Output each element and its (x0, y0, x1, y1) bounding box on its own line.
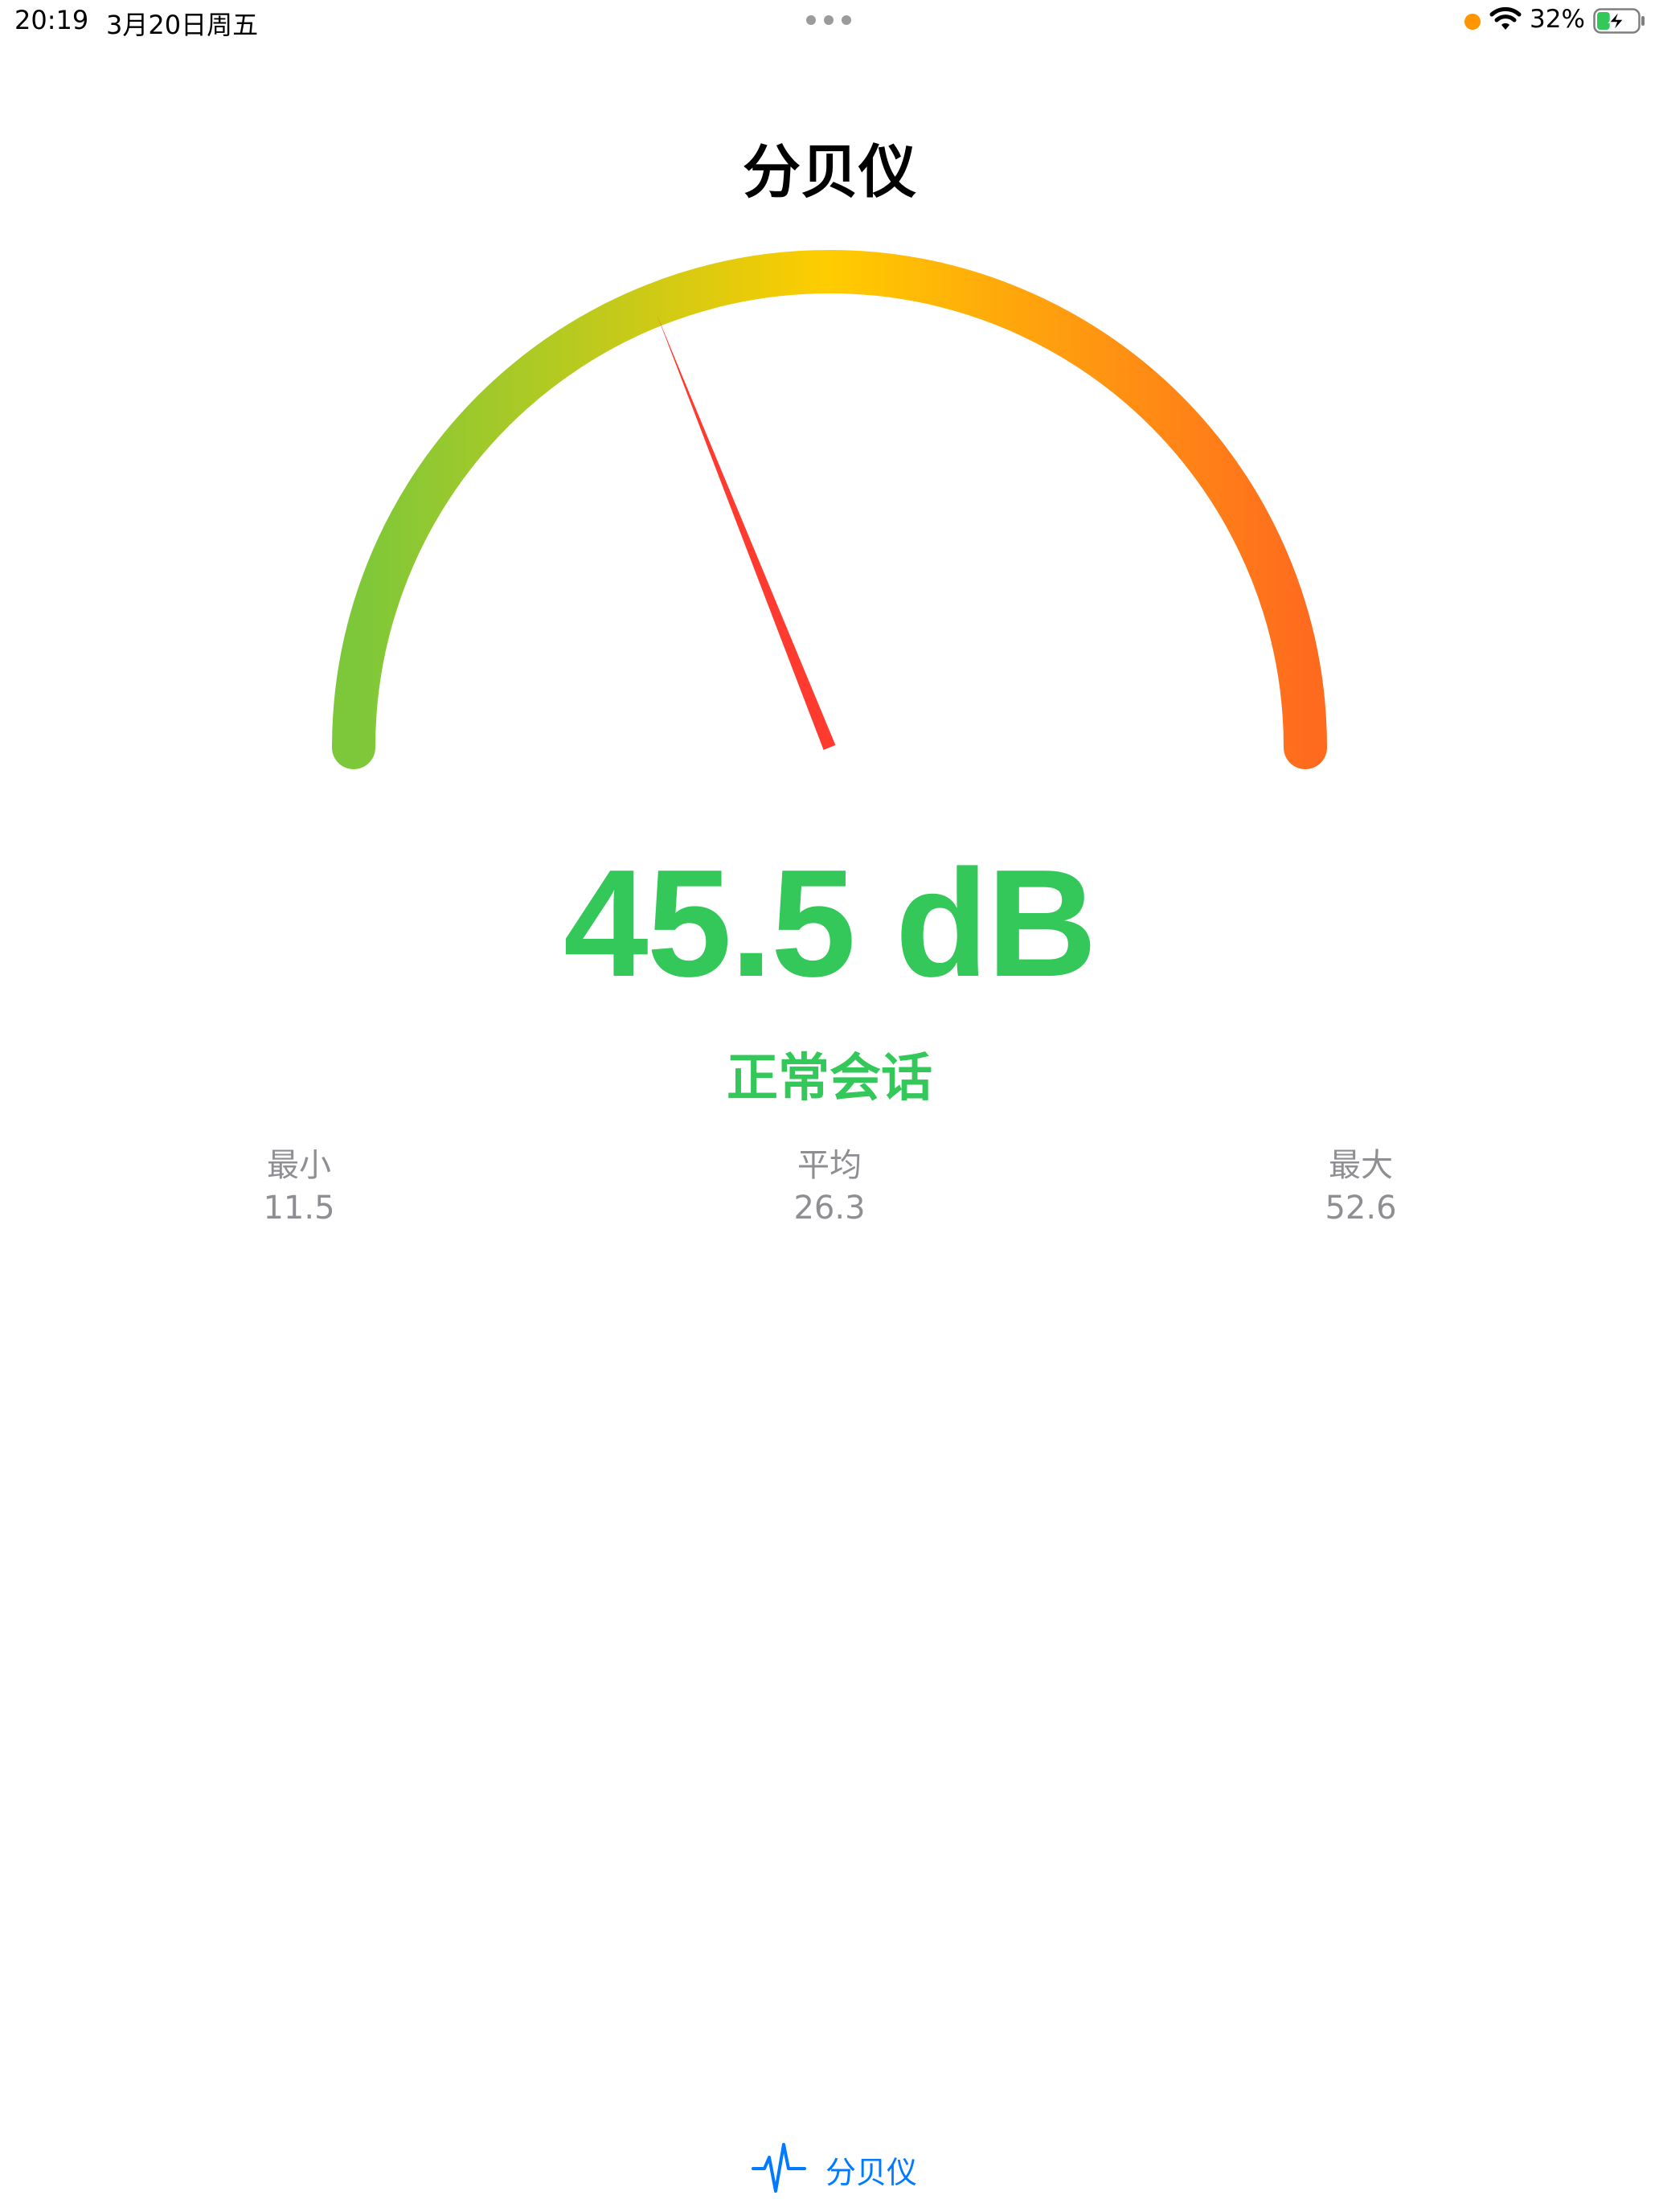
noise-level-label: 正常会话 (727, 1049, 932, 1108)
stat-min-label: 最小 (267, 1147, 331, 1184)
battery-charging-icon (1593, 8, 1645, 34)
stat-min: 最小 11.5 (178, 1145, 420, 1230)
gauge-needle (657, 314, 836, 750)
status-date: 3月20日周五 (106, 10, 259, 40)
battery-percentage: 32% (1530, 5, 1585, 34)
stat-average-label: 平均 (797, 1147, 862, 1184)
tab-decibel-meter-label: 分贝仪 (825, 2155, 918, 2190)
page-title: 分贝仪 (742, 138, 916, 206)
multitasking-dots-icon[interactable] (806, 15, 854, 27)
status-bar: 20:19 3月20日周五 32% (0, 0, 1659, 48)
wifi-icon (1489, 6, 1522, 30)
stat-max-label: 最大 (1329, 1147, 1393, 1184)
tab-decibel-meter[interactable]: 分贝仪 (752, 2136, 920, 2198)
stat-average-value: 26.3 (793, 1190, 866, 1227)
decibel-reading: 45.5 dB (563, 838, 1097, 1009)
gauge-arc (332, 250, 1327, 769)
stat-max-value: 52.6 (1325, 1190, 1397, 1227)
sound-level-gauge (332, 250, 1327, 769)
waveform-icon (752, 2143, 806, 2193)
status-time: 20:19 (14, 5, 89, 35)
stat-min-value: 11.5 (263, 1190, 335, 1227)
microphone-indicator-icon (1464, 14, 1481, 30)
stat-average: 平均 26.3 (709, 1145, 950, 1230)
stat-max: 最大 52.6 (1240, 1145, 1481, 1230)
tab-bar: 分贝仪 (0, 2130, 1659, 2212)
